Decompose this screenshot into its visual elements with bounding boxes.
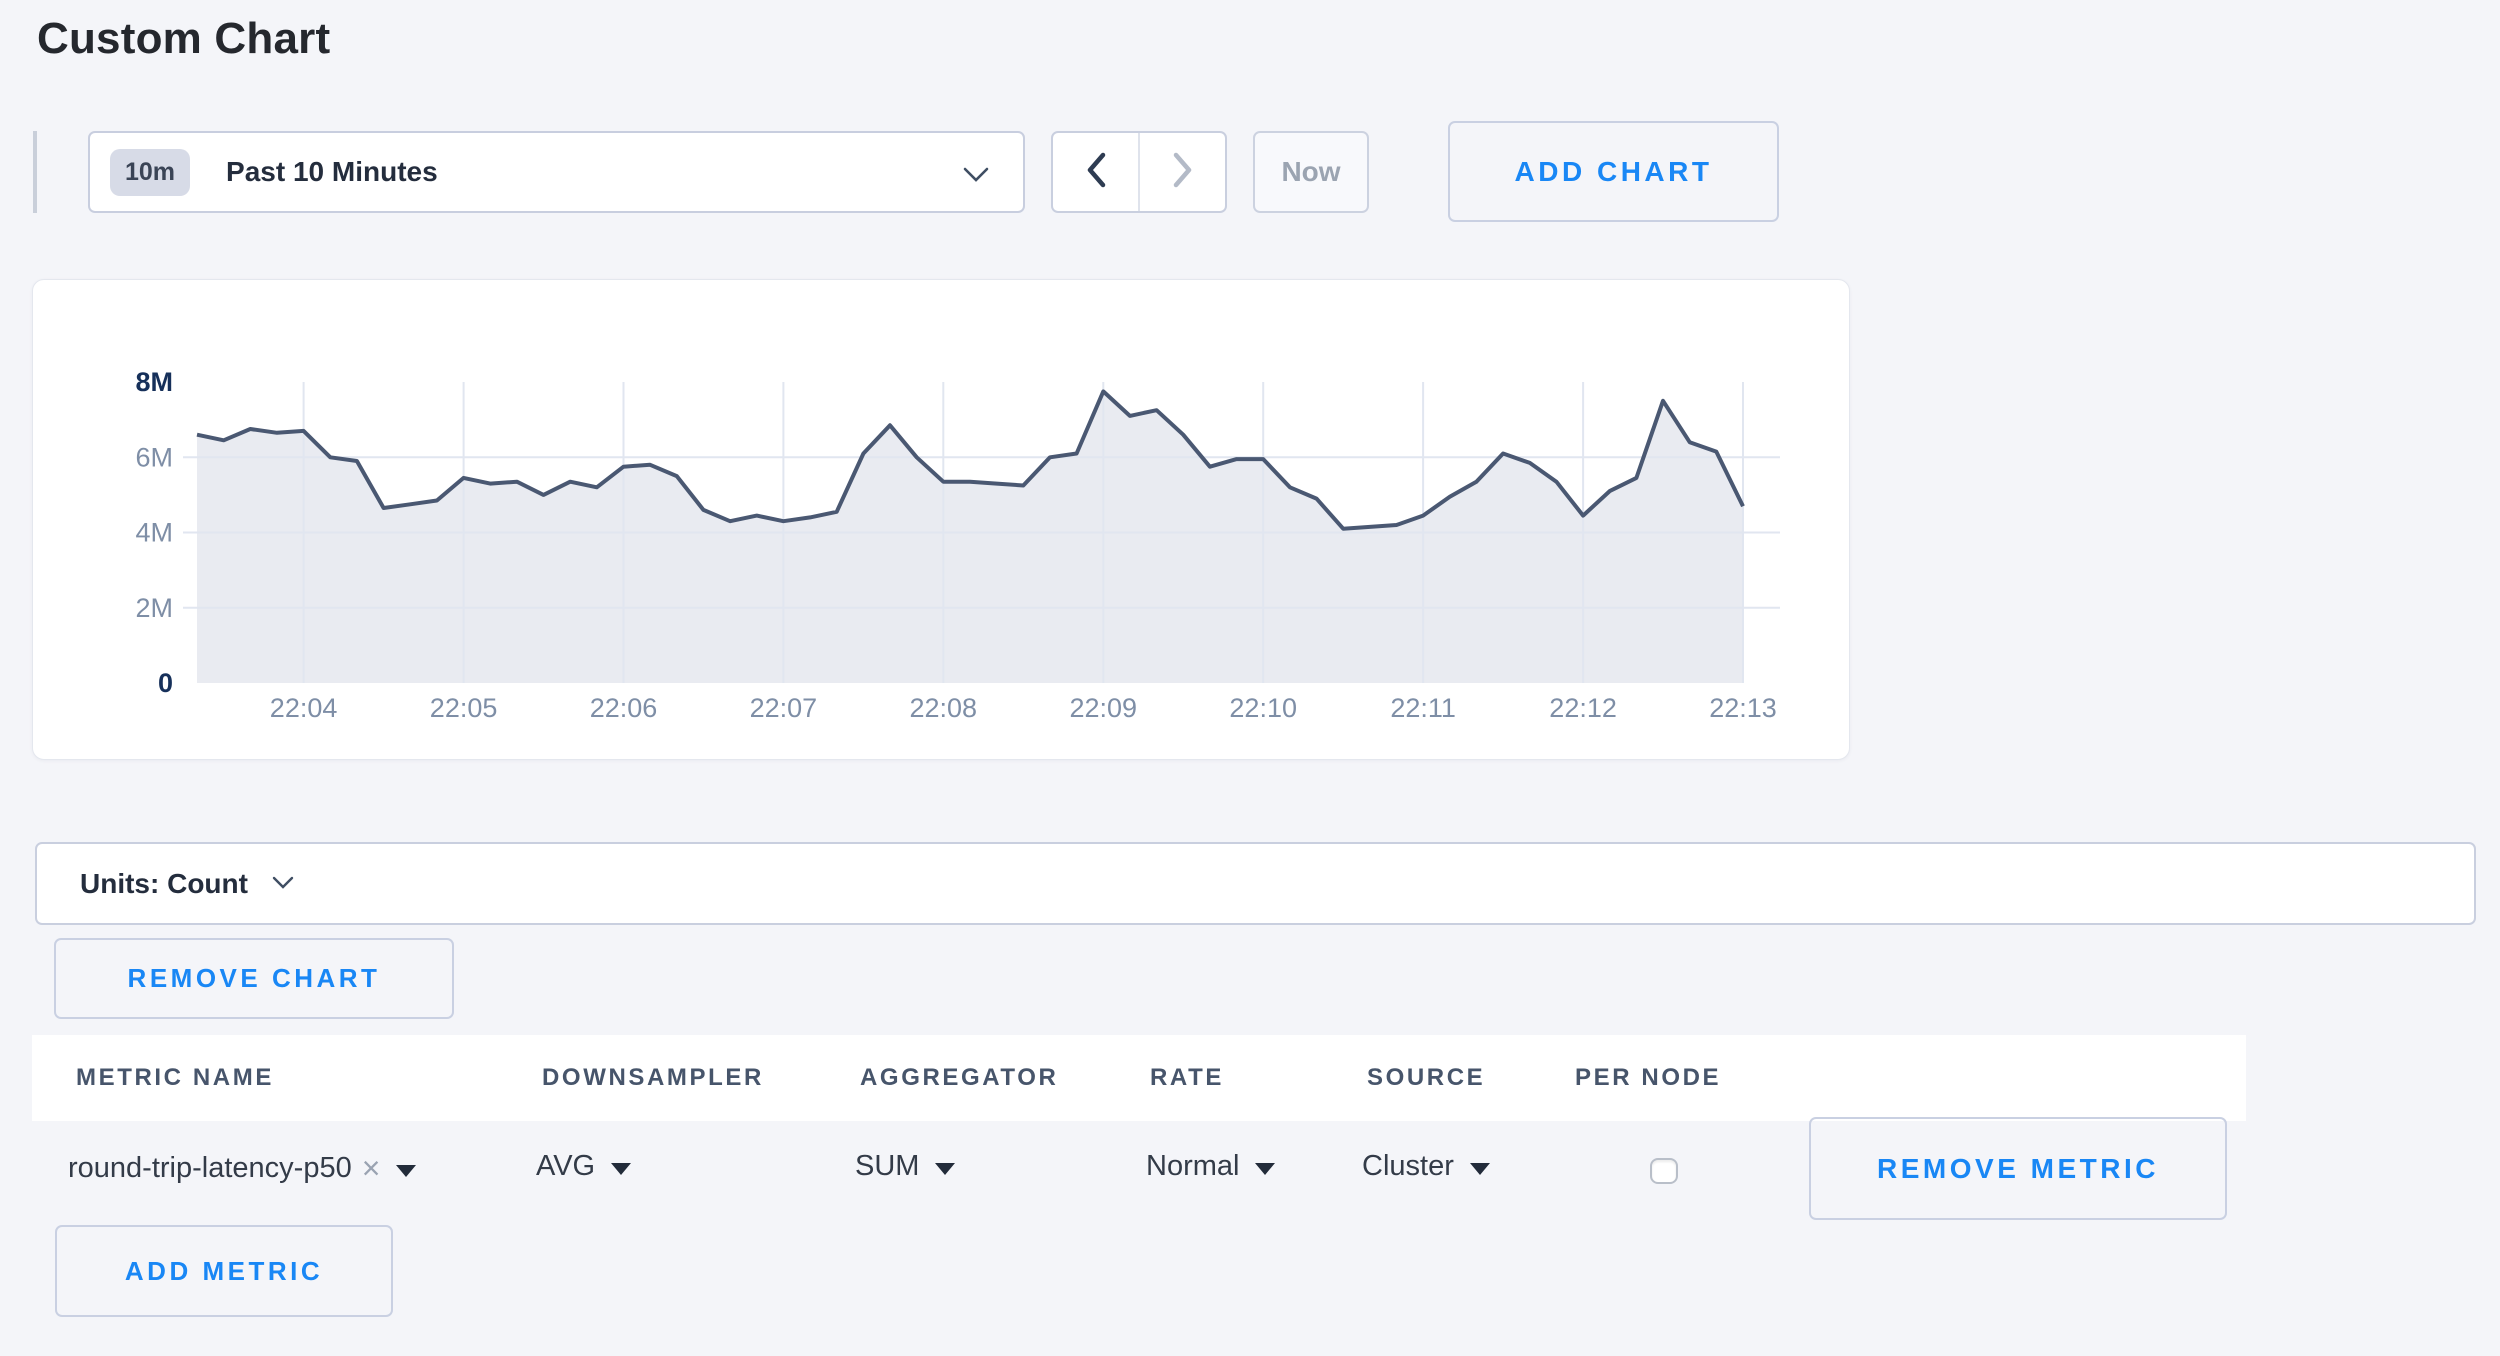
svg-text:0: 0 <box>158 668 173 698</box>
svg-text:22:07: 22:07 <box>750 693 818 723</box>
svg-text:22:06: 22:06 <box>590 693 658 723</box>
chevron-down-icon <box>963 167 989 188</box>
chart-panel: 0 2M 4M 6M 8M 22:04 22:05 22:06 22:07 22:08 22:09 2… <box>32 279 1850 760</box>
column-header-per-node: PER NODE <box>1575 1064 1721 1092</box>
column-header-metric-name: METRIC NAME <box>76 1064 274 1092</box>
add-metric-button[interactable]: ADD METRIC <box>55 1225 393 1317</box>
svg-text:6M: 6M <box>135 442 173 472</box>
svg-text:22:04: 22:04 <box>270 693 338 723</box>
time-window-label: Past 10 Minutes <box>226 156 438 188</box>
time-window-select[interactable]: 10m Past 10 Minutes <box>88 131 1025 213</box>
rate-value: Normal <box>1146 1150 1239 1183</box>
remove-metric-button[interactable]: REMOVE METRIC <box>1809 1117 2227 1220</box>
svg-text:22:08: 22:08 <box>910 693 978 723</box>
chevron-left-icon <box>1085 152 1107 193</box>
per-node-checkbox[interactable] <box>1650 1158 1678 1184</box>
metric-name-dropdown[interactable]: round-trip-latency-p50 × <box>68 1150 416 1187</box>
units-select-label: Units: Count <box>80 868 248 900</box>
column-header-source: SOURCE <box>1367 1064 1485 1092</box>
svg-text:8M: 8M <box>135 367 173 397</box>
svg-text:22:05: 22:05 <box>430 693 498 723</box>
svg-text:22:12: 22:12 <box>1549 693 1617 723</box>
svg-text:22:11: 22:11 <box>1390 693 1456 723</box>
source-value: Cluster <box>1362 1150 1454 1183</box>
column-header-downsampler: DOWNSAMPLER <box>542 1064 764 1092</box>
chevron-down-icon <box>272 876 294 895</box>
metrics-area-chart: 0 2M 4M 6M 8M 22:04 22:05 22:06 22:07 22:08 22:09 2… <box>33 280 1849 759</box>
close-icon[interactable]: × <box>362 1150 381 1187</box>
dropdown-caret-icon <box>611 1163 631 1175</box>
svg-text:4M: 4M <box>135 518 173 548</box>
remove-chart-button[interactable]: REMOVE CHART <box>54 938 454 1019</box>
now-button[interactable]: Now <box>1253 131 1369 213</box>
column-header-rate: RATE <box>1150 1064 1224 1092</box>
metrics-table-header: METRIC NAME DOWNSAMPLER AGGREGATOR RATE … <box>32 1035 2246 1121</box>
time-step-buttons <box>1051 131 1227 213</box>
units-select[interactable]: Units: Count <box>35 842 2476 925</box>
prev-time-button[interactable] <box>1053 133 1138 211</box>
downsampler-value: AVG <box>536 1150 595 1183</box>
dropdown-caret-icon <box>396 1165 416 1177</box>
dropdown-caret-icon <box>935 1163 955 1175</box>
dropdown-caret-icon <box>1470 1163 1490 1175</box>
next-time-button[interactable] <box>1138 133 1225 211</box>
page-title: Custom Chart <box>37 14 330 64</box>
chevron-right-icon <box>1172 152 1194 193</box>
source-dropdown[interactable]: Cluster <box>1362 1150 1490 1183</box>
time-window-badge: 10m <box>110 149 190 196</box>
svg-text:22:09: 22:09 <box>1070 693 1138 723</box>
dropdown-caret-icon <box>1255 1163 1275 1175</box>
downsampler-dropdown[interactable]: AVG <box>536 1150 631 1183</box>
svg-text:22:13: 22:13 <box>1709 693 1777 723</box>
aggregator-value: SUM <box>855 1150 919 1183</box>
column-header-aggregator: AGGREGATOR <box>860 1064 1058 1092</box>
toolbar-left-divider <box>33 131 37 213</box>
svg-text:2M: 2M <box>135 593 173 623</box>
svg-text:22:10: 22:10 <box>1229 693 1297 723</box>
aggregator-dropdown[interactable]: SUM <box>855 1150 955 1183</box>
metric-name-value: round-trip-latency-p50 <box>68 1152 352 1185</box>
rate-dropdown[interactable]: Normal <box>1146 1150 1275 1183</box>
add-chart-button[interactable]: ADD CHART <box>1448 121 1779 222</box>
